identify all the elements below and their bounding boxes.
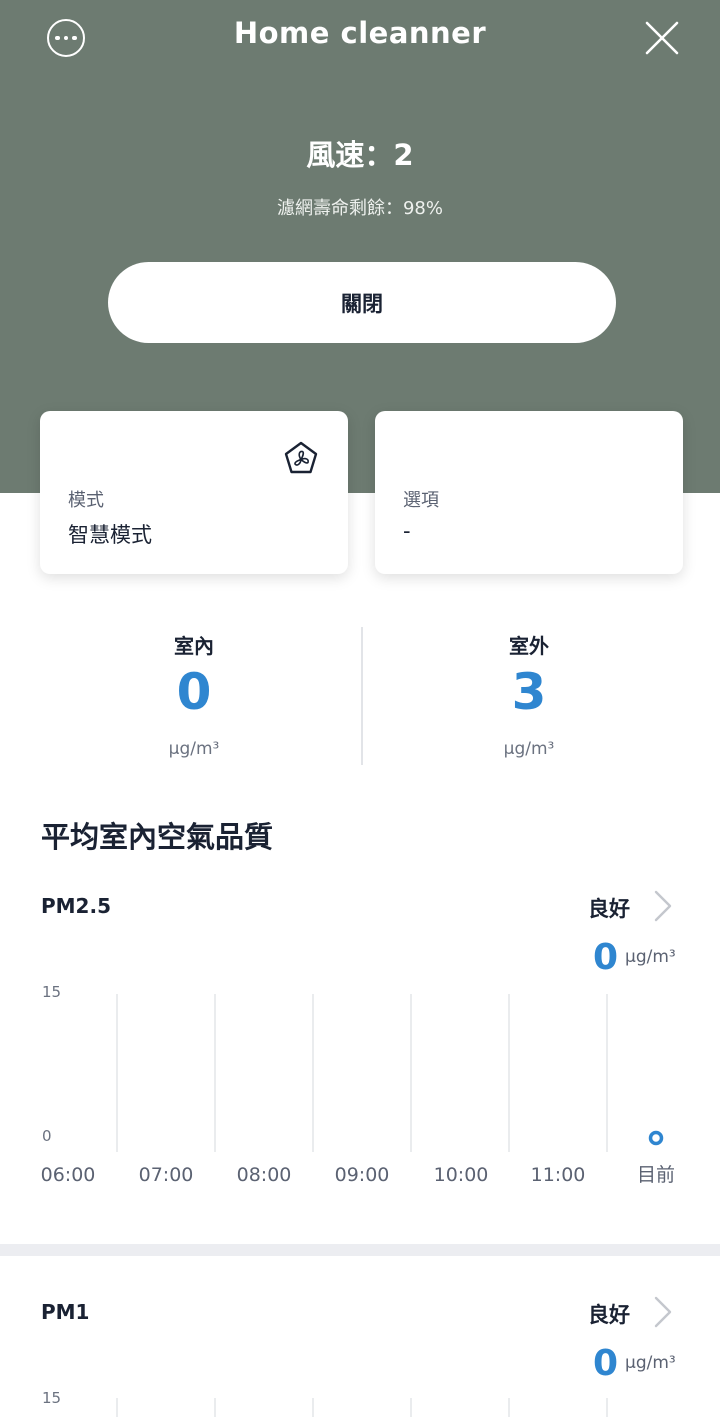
metric-unit-pm1: µg/m³ [625, 1353, 676, 1373]
data-point [648, 1130, 664, 1146]
options-card[interactable]: 選項 - [375, 411, 683, 574]
indoor-reading: 室內 0 µg/m³ [14, 630, 374, 759]
chevron-right-icon[interactable] [652, 1295, 674, 1329]
pm25-chart: 15 0 06:00 07:00 08:00 09:00 10:00 11:00 目前 [41, 983, 675, 1186]
metric-unit-pm25: µg/m³ [625, 947, 676, 967]
outdoor-label: 室外 [509, 634, 549, 658]
x-tick-label: 08:00 [237, 1164, 292, 1186]
x-tick-label: 06:00 [41, 1164, 96, 1186]
close-icon[interactable] [642, 18, 682, 58]
mode-value: 智慧模式 [68, 523, 152, 547]
options-value: - [403, 519, 411, 543]
section-title: 平均室內空氣品質 [41, 820, 274, 854]
metric-status-pm1[interactable]: 良好 [588, 1299, 630, 1329]
x-tick-label: 07:00 [139, 1164, 194, 1186]
mode-card[interactable]: 模式 智慧模式 [40, 411, 348, 574]
fan-mode-icon [284, 441, 318, 474]
metric-name-pm25: PM2.5 [41, 894, 111, 918]
metric-value-pm1: 0 [593, 1343, 619, 1384]
outdoor-reading: 室外 3 µg/m³ [349, 630, 709, 759]
indoor-value: 0 [176, 663, 212, 721]
fan-speed-label: 風速：2 [306, 138, 414, 172]
metric-status-pm25[interactable]: 良好 [588, 893, 630, 923]
metric-value-pm25: 0 [593, 937, 619, 978]
x-tick-label: 10:00 [434, 1164, 489, 1186]
y-tick-label: 15 [42, 983, 61, 1001]
indoor-label: 室內 [174, 634, 214, 658]
outdoor-unit: µg/m³ [503, 739, 555, 759]
y-tick-label: 15 [42, 1389, 61, 1407]
x-tick-label: 11:00 [531, 1164, 586, 1186]
chevron-right-icon[interactable] [652, 889, 674, 923]
power-off-button[interactable]: 關閉 [108, 262, 616, 343]
x-tick-label: 目前 [637, 1164, 675, 1186]
section-separator [0, 1244, 720, 1256]
y-tick-label: 0 [42, 1127, 52, 1145]
x-tick-label: 09:00 [335, 1164, 390, 1186]
pm1-chart: 15 [42, 1389, 608, 1417]
outdoor-value: 3 [511, 663, 547, 721]
app-title: Home cleanner [233, 16, 487, 50]
metric-name-pm1: PM1 [41, 1300, 90, 1324]
indoor-unit: µg/m³ [168, 739, 220, 759]
options-label: 選項 [403, 490, 439, 511]
mode-label: 模式 [68, 490, 104, 511]
filter-life-label: 濾網壽命剩餘：98% [276, 198, 443, 219]
